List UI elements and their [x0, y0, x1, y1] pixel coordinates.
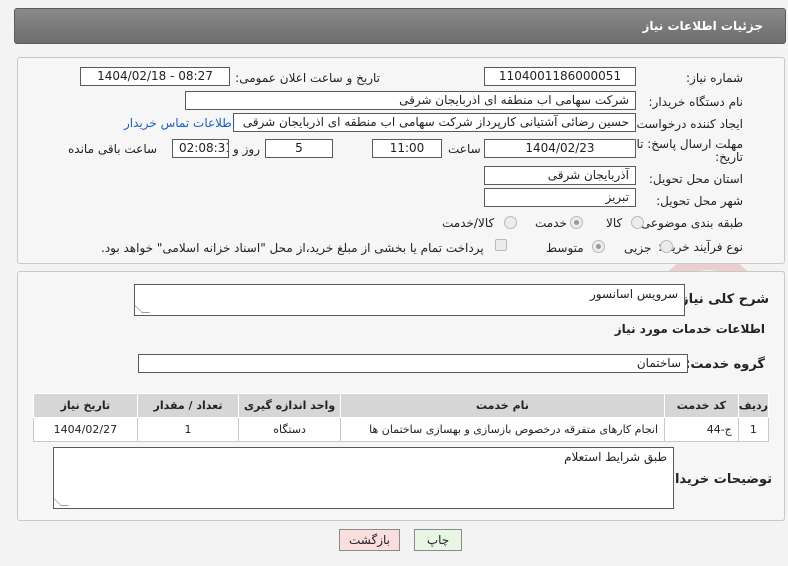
- process-radio-minor[interactable]: [660, 240, 673, 253]
- days-label: روز و: [233, 142, 260, 156]
- service-group-label: گروه خدمت:: [685, 357, 765, 372]
- resize-grip-icon[interactable]: [135, 305, 150, 313]
- col-header-unit: واحد اندازه گیری: [238, 393, 341, 418]
- deadline-date-field: 1404/02/23: [484, 139, 636, 158]
- col-header-name: نام خدمت: [339, 393, 666, 418]
- summary-textarea: سرویس اسانسور: [134, 284, 685, 316]
- category-radio-service[interactable]: [570, 216, 583, 229]
- cell-service-name: انجام کارهای متفرقه درخصوص بازسازی و بهس…: [339, 417, 666, 442]
- print-button[interactable]: چاپ: [414, 529, 462, 551]
- province-label: استان محل تحویل:: [648, 172, 743, 186]
- summary-label: شرح کلی نیاز:: [675, 292, 769, 307]
- resize-grip-icon[interactable]: [54, 498, 69, 506]
- need-info-panel: [17, 57, 785, 264]
- buyer-contact-link[interactable]: اطلاعات تماس خریدار: [124, 116, 235, 130]
- cell-need-date: 1404/02/27: [33, 417, 138, 442]
- remaining-label: ساعت باقی مانده: [68, 142, 158, 156]
- category-option-service: خدمت: [535, 216, 567, 230]
- creator-label: ایجاد کننده درخواست:: [632, 117, 743, 131]
- treasury-payment-note: پرداخت تمام یا بخشی از مبلغ خرید،از محل …: [101, 241, 484, 255]
- buyer-notes-text: طبق شرایط استعلام: [564, 450, 667, 464]
- remaining-days-field: 5: [265, 139, 333, 158]
- category-label: طبقه بندی موضوعی:: [636, 216, 743, 230]
- announce-date-field: 1404/02/18 - 08:27: [80, 67, 230, 86]
- process-option-minor: جزیی: [624, 241, 652, 255]
- buyer-notes-label: توضیحات خریدار:: [662, 472, 772, 487]
- buyer-org-field: شرکت سهامی اب منطقه ای اذربایجان شرقی: [185, 91, 636, 110]
- announce-date-label: تاریخ و ساعت اعلان عمومی:: [235, 71, 380, 85]
- need-number-label: شماره نیاز:: [686, 71, 743, 85]
- city-field: تبریز: [484, 188, 636, 207]
- need-number-field: 1104001186000051: [484, 67, 636, 86]
- buyer-notes-textarea: طبق شرایط استعلام: [53, 447, 674, 509]
- page-header: جزئیات اطلاعات نیاز: [14, 8, 786, 44]
- col-header-row: ردیف: [737, 393, 770, 418]
- deadline-label-2: تاریخ:: [715, 150, 743, 164]
- deadline-time-label: ساعت: [448, 142, 481, 156]
- services-heading: اطلاعات خدمات مورد نیاز: [614, 322, 765, 336]
- remaining-time-field: 02:08:31: [172, 139, 229, 158]
- process-option-medium: متوسط: [546, 241, 584, 255]
- col-header-quantity: تعداد / مقدار: [136, 393, 240, 418]
- table-row: 1 ج-44 انجام کارهای متفرقه درخصوص بازساز…: [33, 417, 770, 442]
- category-option-goods: کالا: [606, 216, 623, 230]
- deadline-time-field: 11:00: [372, 139, 442, 158]
- province-field: آذربایجان شرقی: [484, 166, 636, 185]
- city-label: شهر محل تحویل:: [656, 194, 743, 208]
- col-header-date: تاریخ نیاز: [33, 393, 138, 418]
- summary-text: سرویس اسانسور: [589, 287, 678, 301]
- page-title: جزئیات اطلاعات نیاز: [642, 19, 763, 33]
- table-header-row: ردیف کد خدمت نام خدمت واحد اندازه گیری ت…: [33, 393, 770, 418]
- creator-field: حسین رضائی آشتیانی کارپرداز شرکت سهامی ا…: [233, 113, 636, 132]
- category-radio-goods-service[interactable]: [504, 216, 517, 229]
- process-radio-medium[interactable]: [592, 240, 605, 253]
- cell-service-code: ج-44: [664, 417, 739, 442]
- cell-unit: دستگاه: [238, 417, 341, 442]
- category-option-goods-service: کالا/خدمت: [442, 216, 495, 230]
- cell-quantity: 1: [136, 417, 240, 442]
- treasury-payment-checkbox[interactable]: [495, 239, 507, 251]
- service-group-field: ساختمان: [138, 354, 688, 373]
- back-button[interactable]: بازگشت: [339, 529, 400, 551]
- services-table: ردیف کد خدمت نام خدمت واحد اندازه گیری ت…: [33, 393, 770, 442]
- buyer-org-label: نام دستگاه خریدار:: [648, 95, 744, 109]
- deadline-label: مهلت ارسال پاسخ: تا: [636, 137, 743, 151]
- col-header-code: کد خدمت: [664, 393, 739, 418]
- cell-row-number: 1: [737, 417, 770, 442]
- category-radio-goods[interactable]: [631, 216, 644, 229]
